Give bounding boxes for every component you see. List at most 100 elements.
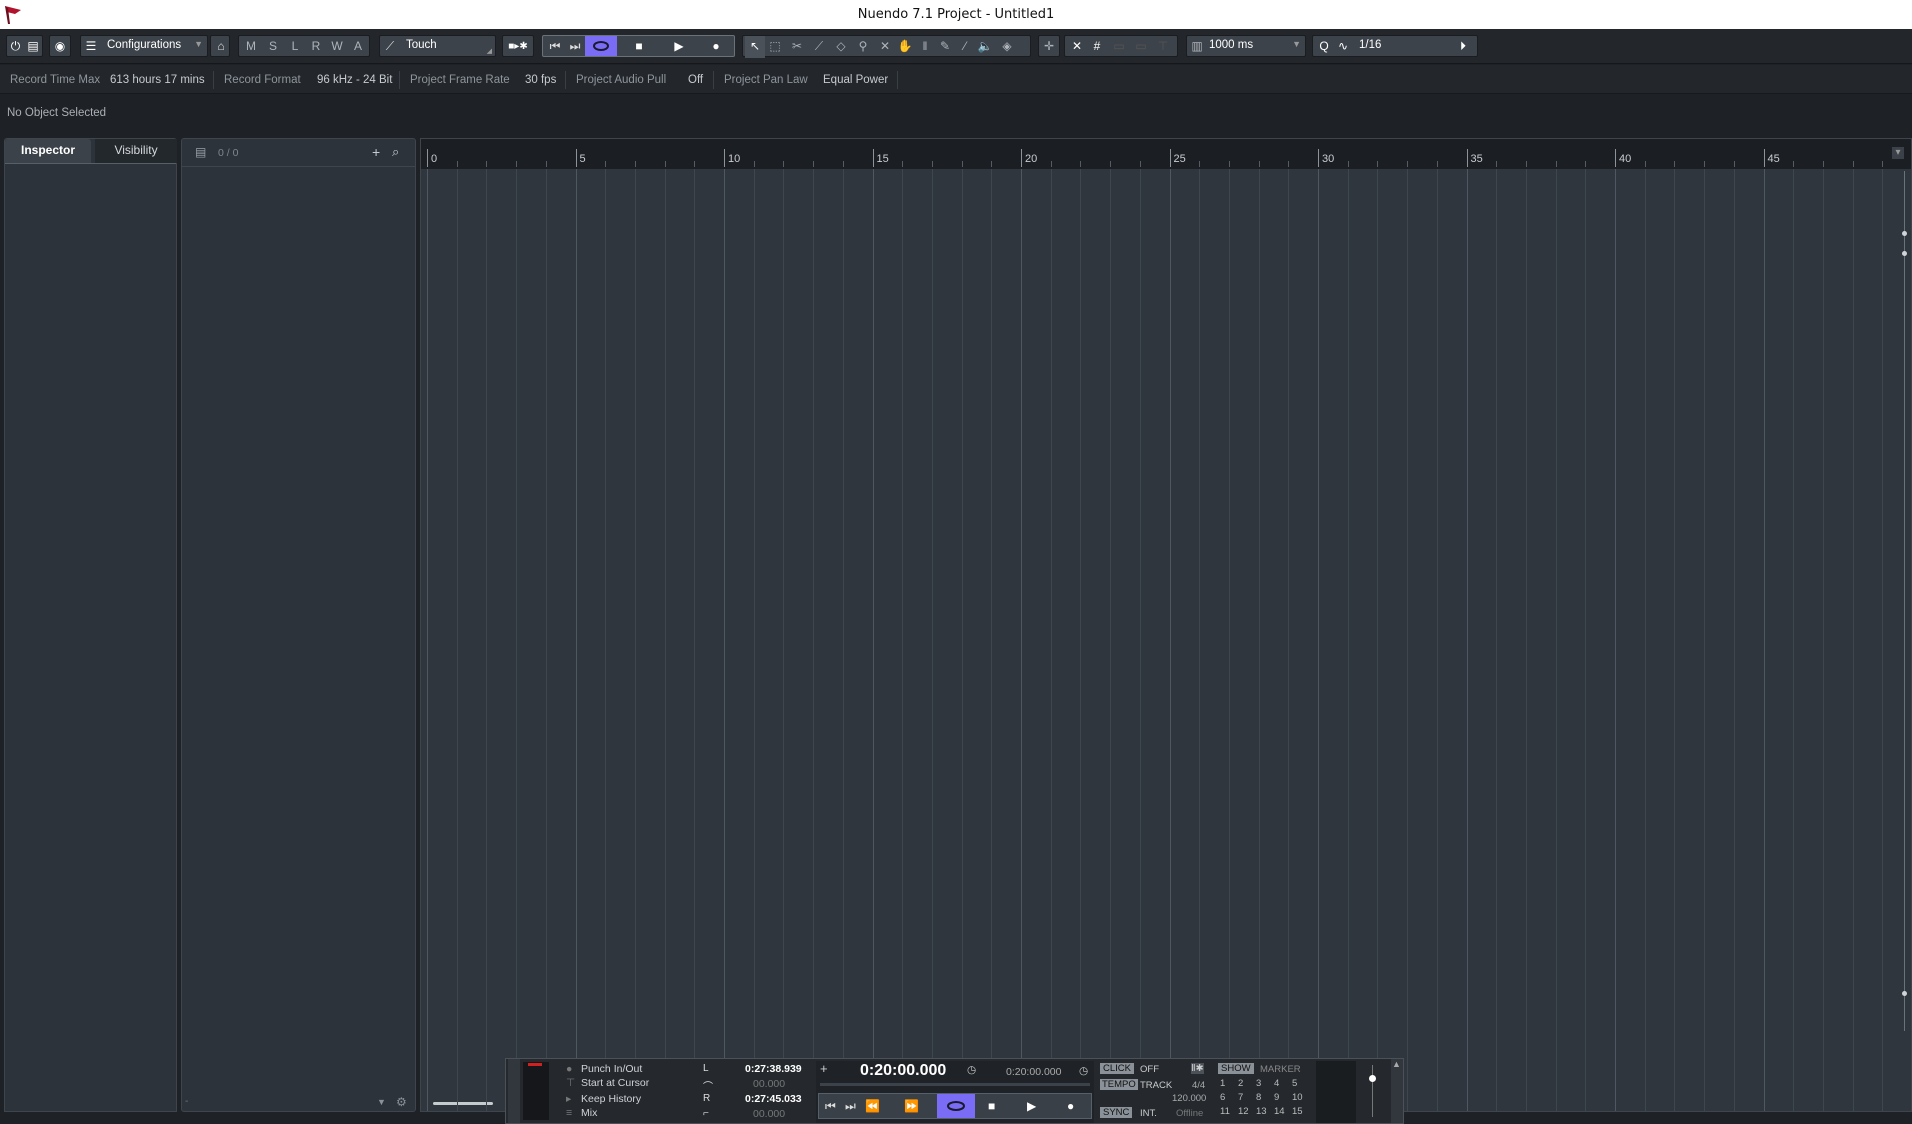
iterative-quantize-icon[interactable]: ∿ bbox=[1333, 36, 1353, 58]
punch-mode[interactable]: Punch In/Out bbox=[581, 1063, 642, 1075]
ruler[interactable]: 0 5 10 15 20 25 30 35 40 45 bbox=[421, 139, 1911, 169]
cycle-button[interactable] bbox=[937, 1094, 975, 1118]
go-to-start-icon[interactable]: ⏮ bbox=[545, 36, 565, 58]
play-button[interactable]: ▶ bbox=[661, 36, 697, 58]
marker-button[interactable]: 10 bbox=[1292, 1092, 1303, 1103]
position-slider[interactable] bbox=[820, 1083, 1090, 1086]
mediabay-button[interactable]: ⌂ bbox=[210, 35, 230, 57]
go-to-end-icon[interactable]: ⏭ bbox=[565, 36, 585, 58]
tab-visibility[interactable]: Visibility bbox=[95, 139, 177, 163]
fader-handle[interactable] bbox=[1369, 1075, 1376, 1082]
quantize-controls[interactable]: Q ∿ 1/16 ⏵ bbox=[1312, 35, 1478, 57]
marker-button[interactable]: 8 bbox=[1256, 1092, 1261, 1103]
marker-button[interactable]: 12 bbox=[1238, 1106, 1249, 1117]
marker-button[interactable]: 14 bbox=[1274, 1106, 1285, 1117]
horizontal-scrollbar[interactable] bbox=[433, 1102, 493, 1105]
snap-type-icon[interactable]: ▭ bbox=[1131, 36, 1151, 58]
marker-button[interactable]: 9 bbox=[1274, 1092, 1279, 1103]
vertical-zoom-handle-bottom[interactable] bbox=[1902, 991, 1907, 996]
mute-all-button[interactable]: M bbox=[241, 36, 261, 58]
snap-mode-icon[interactable]: ▭ bbox=[1109, 36, 1129, 58]
transport-grip[interactable] bbox=[508, 1059, 520, 1123]
activate-project-icon[interactable]: ⏻ bbox=[7, 36, 24, 58]
go-to-end-icon[interactable]: ⏭ bbox=[845, 1099, 856, 1114]
layout-icon[interactable]: ▤ bbox=[24, 36, 42, 58]
transport-grip-right[interactable]: ▲ bbox=[1391, 1059, 1403, 1123]
constrain-delay-button[interactable]: ◉ bbox=[49, 35, 71, 57]
vertical-zoom-handle[interactable] bbox=[1902, 231, 1907, 236]
comp-tool-icon[interactable]: ‖ bbox=[915, 36, 935, 58]
marker-button[interactable]: 6 bbox=[1220, 1092, 1225, 1103]
glue-tool-icon[interactable]: ⟋ bbox=[809, 36, 829, 58]
snap-dropdown-icon[interactable]: ⊤ bbox=[1153, 36, 1173, 58]
record-format-value[interactable]: 96 kHz - 24 Bit bbox=[317, 74, 392, 86]
marker-button[interactable]: 2 bbox=[1238, 1078, 1243, 1089]
left-locator-time[interactable]: 0:27:38.939 bbox=[745, 1063, 802, 1075]
object-selection-tool-icon[interactable]: ↖ bbox=[745, 36, 765, 58]
pan-law-value[interactable]: Equal Power bbox=[823, 74, 888, 86]
draw-tool-icon[interactable]: ✎ bbox=[935, 36, 955, 58]
mix-mode[interactable]: Mix bbox=[581, 1107, 597, 1119]
marker-button[interactable]: 7 bbox=[1238, 1092, 1243, 1103]
configurations-dropdown[interactable]: ☰ Configurations ▼ bbox=[80, 35, 208, 57]
record-button[interactable]: ● bbox=[1067, 1099, 1074, 1113]
search-icon[interactable]: ⌕ bbox=[392, 144, 399, 160]
record-button[interactable]: ● bbox=[699, 36, 733, 58]
line-tool-icon[interactable]: ⁄ bbox=[955, 36, 975, 58]
split-tool-icon[interactable]: ✂ bbox=[787, 36, 807, 58]
output-fader[interactable] bbox=[1362, 1061, 1386, 1123]
right-locator-icon[interactable]: R bbox=[703, 1093, 710, 1104]
chevron-down-icon[interactable]: ▼ bbox=[377, 1097, 386, 1107]
hand-tool-icon[interactable]: ✋ bbox=[895, 36, 915, 58]
secondary-time[interactable]: 0:20:00.000 bbox=[1006, 1066, 1061, 1078]
clock-icon[interactable]: ◷ bbox=[967, 1064, 976, 1076]
vertical-scroll-handle[interactable] bbox=[1902, 251, 1907, 256]
marker-button[interactable]: 4 bbox=[1274, 1078, 1279, 1089]
nudge-value-dropdown[interactable]: ▥ 1000 ms ▼ bbox=[1186, 35, 1306, 57]
stop-button[interactable]: ■ bbox=[988, 1099, 995, 1113]
range-selection-tool-icon[interactable]: ⬚ bbox=[765, 36, 785, 58]
collapse-icon[interactable]: - bbox=[185, 1096, 188, 1107]
listen-all-button[interactable]: L bbox=[285, 36, 305, 58]
quantize-icon[interactable]: Q bbox=[1314, 36, 1334, 58]
write-all-button[interactable]: W bbox=[327, 36, 347, 58]
click-button[interactable]: CLICK bbox=[1100, 1063, 1134, 1074]
marker-button[interactable]: 1 bbox=[1220, 1078, 1225, 1089]
ruler-menu-icon[interactable]: ▾ bbox=[1892, 147, 1904, 159]
marker-button[interactable]: 5 bbox=[1292, 1078, 1297, 1089]
time-signature[interactable]: 4/4 bbox=[1192, 1080, 1205, 1091]
add-track-icon[interactable]: + bbox=[372, 144, 380, 160]
marker-button[interactable]: 15 bbox=[1292, 1106, 1303, 1117]
gear-icon[interactable]: ⚙ bbox=[396, 1095, 407, 1109]
window-layout-buttons[interactable]: ⏻ ▤ bbox=[6, 35, 43, 57]
left-locator-icon[interactable]: L bbox=[703, 1063, 709, 1074]
erase-tool-icon[interactable]: ◇ bbox=[831, 36, 851, 58]
cycle-button[interactable] bbox=[585, 36, 617, 56]
right-locator-time[interactable]: 0:27:45.033 bbox=[745, 1093, 802, 1105]
zoom-tool-icon[interactable]: ⚲ bbox=[853, 36, 873, 58]
project-window-event-display[interactable]: 0 5 10 15 20 25 30 35 40 45 ▾ bbox=[420, 138, 1912, 1112]
play-button[interactable]: ▶ bbox=[1027, 1099, 1036, 1113]
tempo-value[interactable]: 120.000 bbox=[1172, 1093, 1206, 1104]
punch-in-icon[interactable]: ⌒ bbox=[703, 1078, 713, 1093]
automation-mode-dropdown[interactable]: ⟋ Touch ◢ bbox=[379, 35, 496, 57]
quantize-panel-icon[interactable]: ⏵ bbox=[1453, 36, 1473, 58]
marker-button[interactable]: 3 bbox=[1256, 1078, 1261, 1089]
tempo-mode[interactable]: TRACK bbox=[1140, 1080, 1172, 1091]
start-mode[interactable]: Start at Cursor bbox=[581, 1077, 649, 1089]
history-mode[interactable]: Keep History bbox=[581, 1093, 641, 1105]
marker-button[interactable]: 13 bbox=[1256, 1106, 1267, 1117]
fast-forward-icon[interactable]: ⏩ bbox=[904, 1099, 919, 1113]
tab-inspector[interactable]: Inspector bbox=[5, 139, 91, 163]
frame-rate-value[interactable]: 30 fps bbox=[525, 74, 556, 86]
marker-button[interactable]: 11 bbox=[1220, 1106, 1230, 1117]
audio-pull-value[interactable]: Off bbox=[688, 74, 703, 86]
track-list-icon[interactable]: ▤ bbox=[195, 145, 206, 159]
show-markers-button[interactable]: SHOW bbox=[1218, 1063, 1254, 1074]
mute-tool-icon[interactable]: ✕ bbox=[875, 36, 895, 58]
grid-icon[interactable]: # bbox=[1087, 36, 1107, 58]
stop-button[interactable]: ■ bbox=[621, 36, 657, 58]
clock-icon-secondary[interactable]: ◷ bbox=[1079, 1065, 1088, 1077]
snap-zero-button[interactable]: ✛ bbox=[1038, 35, 1060, 57]
go-to-start-icon[interactable]: ⏮ bbox=[825, 1099, 836, 1114]
